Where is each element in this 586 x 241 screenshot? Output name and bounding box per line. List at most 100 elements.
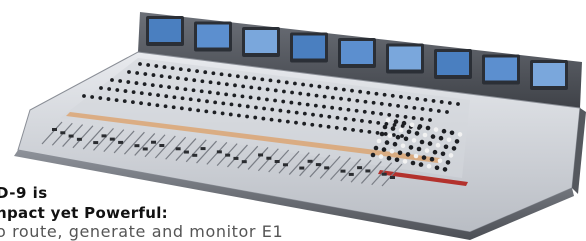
screen-display	[197, 24, 229, 48]
knob	[420, 107, 425, 111]
knob	[164, 94, 169, 99]
knob	[221, 101, 226, 106]
fader-cap	[225, 153, 231, 157]
knob	[317, 84, 322, 89]
knob	[302, 121, 307, 126]
screen-display	[533, 63, 565, 86]
knob	[192, 78, 197, 83]
knob	[395, 113, 400, 118]
master-knob	[457, 132, 463, 137]
knob	[346, 107, 351, 112]
fader-cap	[381, 172, 387, 176]
knob	[143, 72, 148, 76]
knob	[290, 90, 294, 95]
master-knob	[384, 140, 390, 145]
knob	[114, 98, 119, 103]
master-knob	[411, 138, 417, 143]
knob	[387, 112, 392, 117]
knob	[313, 103, 318, 108]
master-knob	[406, 129, 412, 135]
knob	[277, 118, 282, 123]
knob	[162, 65, 167, 69]
knob	[237, 113, 241, 118]
knob	[159, 74, 164, 79]
fader-cap	[52, 128, 57, 131]
fader-cap	[307, 159, 313, 163]
fader-cap	[68, 134, 74, 138]
knob	[200, 79, 205, 84]
knob	[318, 123, 323, 128]
knob	[343, 116, 348, 121]
master-knob	[392, 141, 398, 147]
knob	[298, 91, 303, 96]
knob	[146, 63, 151, 67]
knob	[90, 95, 95, 99]
master-knob	[433, 127, 439, 132]
master-knob	[438, 135, 444, 141]
knob	[237, 103, 242, 108]
knob	[107, 87, 112, 91]
knob	[411, 116, 416, 120]
knob	[208, 80, 213, 85]
knob	[207, 90, 212, 95]
knob	[423, 97, 428, 102]
knob	[191, 88, 196, 93]
knob	[322, 104, 326, 109]
master-knob	[427, 141, 433, 146]
fader-cap	[258, 153, 264, 157]
fader-cap	[274, 160, 280, 163]
knob	[183, 87, 188, 92]
knob	[396, 103, 400, 108]
knob	[227, 73, 232, 78]
knob	[350, 88, 354, 93]
master-knob	[397, 150, 403, 156]
master-knob	[386, 155, 392, 161]
knob	[276, 79, 281, 84]
fader-cap	[101, 134, 107, 138]
master-knob	[449, 130, 455, 136]
knob	[383, 132, 388, 136]
master-knob	[454, 139, 460, 144]
knob	[233, 83, 237, 88]
fader-cap	[233, 156, 239, 160]
knob	[415, 96, 420, 101]
knob	[371, 110, 375, 115]
knob	[305, 102, 310, 107]
knob	[403, 115, 408, 119]
fader-cap	[200, 147, 206, 151]
knob	[419, 117, 424, 121]
knob	[188, 97, 193, 102]
knob	[379, 101, 384, 106]
screen-display	[341, 41, 373, 64]
knob	[195, 69, 199, 74]
master-knob	[451, 146, 457, 151]
knob	[379, 111, 383, 116]
knob	[154, 64, 159, 68]
fader-cap	[315, 163, 321, 167]
knob	[224, 82, 229, 87]
knob	[204, 109, 209, 114]
knob	[399, 94, 403, 99]
master-knob	[414, 131, 420, 136]
knob	[456, 102, 460, 106]
knob	[335, 115, 340, 120]
screen-display	[149, 19, 181, 42]
knob	[131, 90, 136, 95]
knob	[150, 83, 155, 88]
master-knob	[382, 124, 388, 130]
fader-cap	[266, 156, 272, 160]
master-knob	[376, 138, 382, 144]
knob	[196, 108, 201, 113]
master-knob	[446, 137, 452, 143]
master-knob	[387, 133, 393, 138]
caption-line-3: o route, generate and monitor E1	[0, 222, 284, 241]
knob	[245, 114, 249, 119]
knob	[375, 131, 380, 135]
knob	[371, 100, 376, 105]
knob	[265, 97, 269, 102]
knob	[178, 67, 183, 72]
knob	[170, 66, 175, 71]
knob	[376, 120, 381, 125]
knob	[366, 90, 371, 95]
knob	[273, 98, 277, 103]
